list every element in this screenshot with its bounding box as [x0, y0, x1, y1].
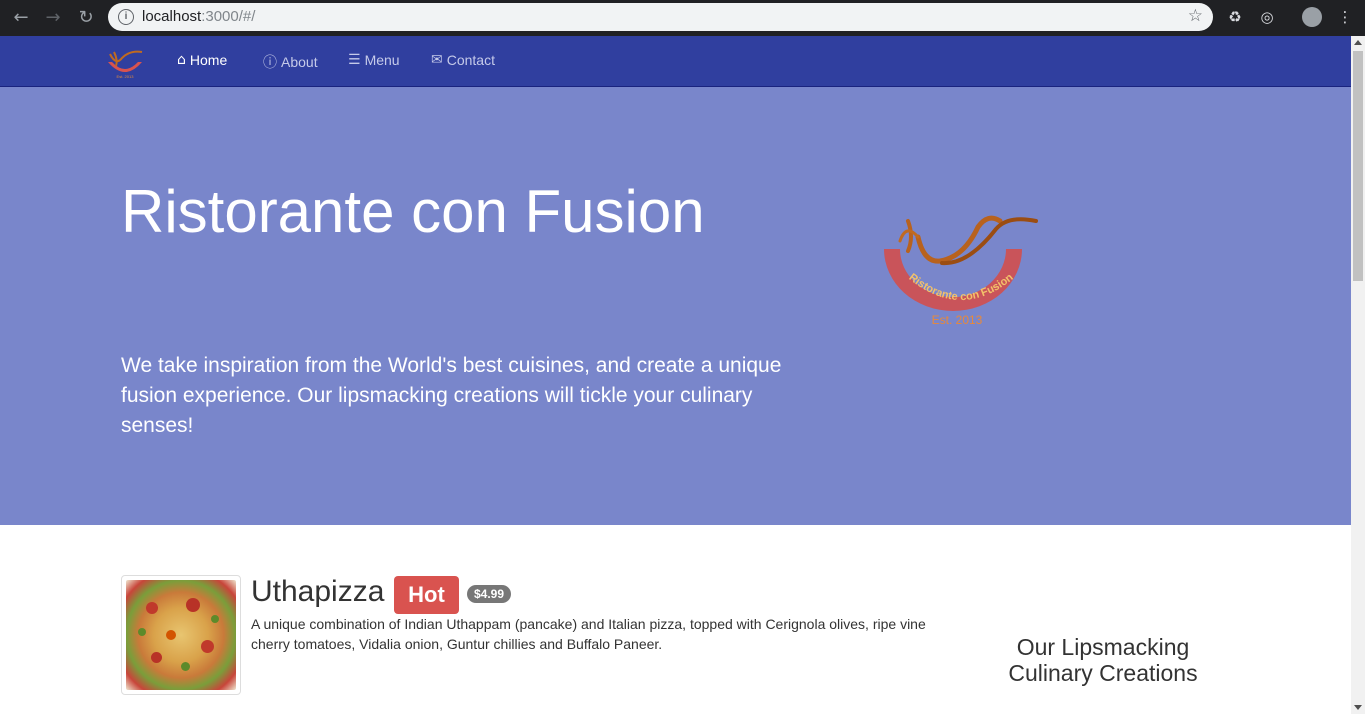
svg-text:Est. 2013: Est. 2013: [117, 74, 135, 79]
avatar[interactable]: [1302, 7, 1322, 27]
jumbotron-text: We take inspiration from the World's bes…: [121, 354, 782, 437]
sidebar-heading: Our Lipsmacking Culinary Creations: [1008, 634, 1198, 686]
brand-logo[interactable]: Est. 2013: [104, 48, 146, 80]
info-icon[interactable]: i: [118, 9, 134, 25]
pizza-image: [126, 580, 236, 690]
page-title: Ristorante con Fusion: [121, 178, 705, 245]
logo-est-text: Est. 2013: [932, 313, 983, 327]
page-scrollbar[interactable]: [1351, 36, 1365, 714]
address-bar[interactable]: i localhost:3000/#/ ☆: [108, 3, 1213, 31]
list-icon: ☰: [348, 52, 361, 68]
dish-thumbnail: [121, 575, 241, 695]
forward-arrow-icon[interactable]: →: [41, 6, 65, 30]
dish-name: Uthapizza: [251, 575, 385, 608]
nav-contact-label: Contact: [446, 52, 495, 68]
scrollbar-thumb[interactable]: [1353, 51, 1363, 281]
scroll-up-icon[interactable]: [1354, 40, 1362, 45]
recycle-extension-icon[interactable]: ♻: [1225, 7, 1245, 27]
nav-menu-label: Menu: [364, 52, 400, 68]
nav-home-label: Home: [189, 52, 228, 68]
nav-about-label: About: [281, 54, 318, 70]
back-arrow-icon[interactable]: ←: [9, 6, 33, 30]
kebab-menu-icon[interactable]: ⋮: [1335, 7, 1355, 27]
reload-icon[interactable]: ↻: [74, 6, 98, 30]
url-path: :3000/#/: [201, 8, 256, 25]
restaurant-logo: Ristorante con Fusion Est. 2013: [884, 215, 1038, 327]
price-badge: $4.99: [467, 585, 512, 603]
nav-home[interactable]: ⌂ Home: [177, 52, 227, 68]
home-icon: ⌂: [177, 52, 186, 68]
url-text: localhost:3000/#/: [142, 8, 255, 25]
nav-menu[interactable]: ☰ Menu: [348, 52, 400, 68]
dish-description: A unique combination of Indian Uthappam …: [251, 616, 926, 652]
jumbotron: Ristorante con Fusion We take inspiratio…: [0, 87, 1351, 525]
info-icon: ⓘ: [263, 55, 277, 71]
target-extension-icon[interactable]: ◎: [1257, 7, 1277, 27]
nav-contact[interactable]: ✉ Contact: [431, 52, 495, 68]
bookmark-star-icon[interactable]: ☆: [1188, 6, 1203, 26]
nav-about[interactable]: ⓘ About: [263, 52, 318, 72]
url-host: localhost: [142, 8, 202, 25]
scroll-down-icon[interactable]: [1354, 705, 1362, 710]
site-navbar: Est. 2013 ⌂ Home ⓘ About ☰ Menu ✉ Contac…: [0, 36, 1351, 87]
browser-toolbar: ← → ↻ i localhost:3000/#/ ☆ ♻ ◎ ⋮: [0, 0, 1365, 36]
envelope-icon: ✉: [431, 52, 443, 68]
hot-badge: Hot: [394, 576, 459, 614]
